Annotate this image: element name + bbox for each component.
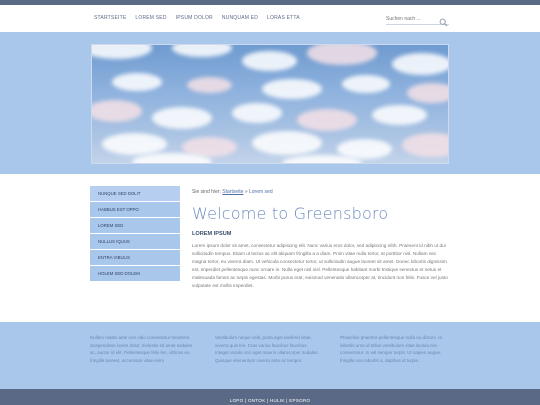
footer-column-1: Nullam mattis ante non odio consectetur … <box>90 335 193 363</box>
breadcrumb-current: Lorem sed <box>248 189 273 195</box>
search-icon[interactable] <box>439 14 448 27</box>
sidebar-nav: NUNQUE SED DOLIT HABBUS EST OPPO LOREM S… <box>90 186 180 282</box>
header: STARTSEITE LOREM SED IPSUM DOLOR NUNQUAM… <box>0 5 540 32</box>
hero-sky-image <box>91 44 449 164</box>
main-content: Sie sind hier: Startseite » Lorem sed We… <box>192 189 450 290</box>
sidebar-item-habbus-est-oppo[interactable]: HABBUS EST OPPO <box>90 202 180 217</box>
sidebar-item-nullus-iquus[interactable]: NULLUS IQUUS <box>90 234 180 249</box>
breadcrumb-separator: » <box>244 189 248 195</box>
search-box <box>386 13 449 27</box>
nav-item-lorem-sed[interactable]: LOREM SED <box>135 15 166 21</box>
footer-column-2: Vestibulum neque velit, porta eget eleif… <box>215 335 319 363</box>
nav-item-loras-etta[interactable]: LORAS ETTA <box>267 15 300 21</box>
page-title: Welcome to Greensboro <box>192 204 389 223</box>
nav-item-ipsum-dolor[interactable]: IPSUM DOLOR <box>176 15 213 21</box>
nav-item-startseite[interactable]: STARTSEITE <box>94 15 126 21</box>
content-area: NUNQUE SED DOLIT HABBUS EST OPPO LOREM S… <box>0 174 540 322</box>
sidebar-item-lorem-sed[interactable]: LOREM SED <box>90 218 180 233</box>
breadcrumb-home-link[interactable]: Startseite <box>222 189 243 195</box>
breadcrumb: Sie sind hier: Startseite » Lorem sed <box>192 189 450 195</box>
footer-links[interactable]: LOPO | ONTOK | HULIK | EPSORO <box>230 398 311 403</box>
sidebar-item-nunque-sed-dolit[interactable]: NUNQUE SED DOLIT <box>90 186 180 201</box>
sidebar-item-holem-sed-dolem[interactable]: HOLEM SED DOLEM <box>90 266 180 281</box>
body-paragraph: Lorem ipsum dolor sit amet, consectetur … <box>192 243 448 288</box>
search-input[interactable] <box>386 14 436 23</box>
footer-columns: Nullam mattis ante non odio consectetur … <box>0 322 540 389</box>
main-nav: STARTSEITE LOREM SED IPSUM DOLOR NUNQUAM… <box>94 15 309 21</box>
nav-item-nunquam-ed[interactable]: NUNQUAM ED <box>222 15 258 21</box>
footer-column-3: Phasellus pharetra pellentesque nulla eu… <box>340 335 443 363</box>
hero-band <box>0 32 540 174</box>
bottom-bar: LOPO | ONTOK | HULIK | EPSORO <box>0 389 540 405</box>
sidebar-item-entra-vibulis[interactable]: ENTRA VIBULIS <box>90 250 180 265</box>
breadcrumb-prefix: Sie sind hier: <box>192 189 221 195</box>
section-subtitle: LOREM IPSUM <box>192 231 232 237</box>
